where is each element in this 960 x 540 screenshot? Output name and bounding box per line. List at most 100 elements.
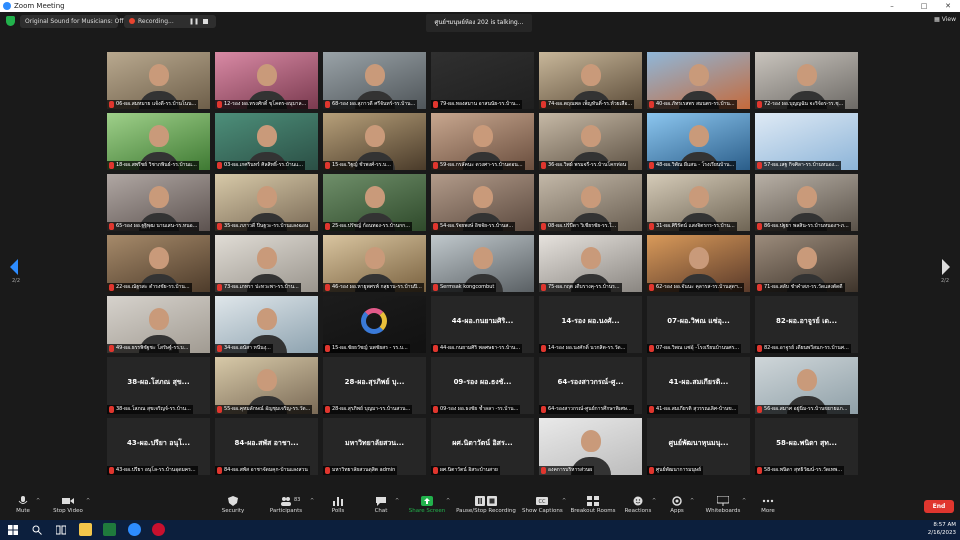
video-options-caret-icon[interactable]: ^ bbox=[86, 498, 90, 504]
reactions-button[interactable]: Reactions bbox=[624, 492, 652, 520]
participant-tile[interactable]: 79-ผอ.ทองสมาน อาสนนัย-รร.บ้าน... bbox=[431, 52, 534, 109]
stop-video-button[interactable]: Stop Video bbox=[50, 492, 86, 520]
chat-button[interactable]: Chat bbox=[368, 492, 394, 520]
participants-options-caret-icon[interactable]: ^ bbox=[310, 498, 314, 504]
participant-tile[interactable]: 74-ผอ.ตฤณพล เพ็ญทันติ์-รร.ห้วยเสือ... bbox=[539, 52, 642, 109]
windows-start-icon[interactable] bbox=[8, 525, 18, 535]
participant-tile[interactable]: 72-รอง ผอ.บุญญฉัน จะริจ้อร-รร.ชุ... bbox=[755, 52, 858, 109]
participant-tile[interactable]: 46-รอง ผอ.หายูพศรพ์ กสุยาน-รร.บ้านปิ... bbox=[323, 235, 426, 292]
participant-tile[interactable]: Sermsak kongcombut bbox=[431, 235, 534, 292]
participant-tile[interactable]: มหาวิทยาลัยสวน... มหาวิทยาลัยสวนดุสิต adm… bbox=[323, 418, 426, 475]
participant-tile[interactable]: 12-รอง ผอ.ทรงศักดิ์ ขุโคตร-อนุบาล... bbox=[215, 52, 318, 109]
participant-count: 83 bbox=[294, 497, 301, 503]
recording-indicator[interactable]: Recording... ❚❚ bbox=[124, 15, 216, 28]
participant-tile[interactable]: 56-ผอ.สมาศ อยู่นิ่ม-รร.บ้านขยายแก... bbox=[755, 357, 858, 414]
participant-tile[interactable]: 15-ผอ.วิฐญ์ ชั่วพงศ์-รร.บ... bbox=[323, 113, 426, 170]
participant-tile[interactable]: 28-ผอ.สุรภิพย์ บุ... 28-ผอ.สุรภิพย์ บุญมา… bbox=[323, 357, 426, 414]
participant-tile[interactable]: 09-รอง ผอ.ธงชั... 09-รอง ผอ.ธงชัย ช้ำลลา … bbox=[431, 357, 534, 414]
recording-app-icon[interactable] bbox=[152, 523, 165, 536]
participant-tile[interactable]: 03-ผอ.เกศรินทร์ ศิลสิทธิ์-รร.บ้านแ... bbox=[215, 113, 318, 170]
participant-tile[interactable]: 68-รอง ผอ.สุภาวดี ศรีจันทร์-รร.บ้าน... bbox=[323, 52, 426, 109]
participant-face bbox=[364, 247, 385, 269]
participant-tile[interactable]: 48-ผอ.วิพัณ ผีแสน - โรงเรียนบ้าน... bbox=[647, 113, 750, 170]
participant-tile[interactable]: 86-ผอ.ปฐยา พลสิน-รร.บ้านหนองฯ-ภ... bbox=[755, 174, 858, 231]
participant-tile[interactable]: 57-ผอ.เสฐ กิจศิลา-รร.บ้านหนอง... bbox=[755, 113, 858, 170]
show-captions-button[interactable]: CC Show Captions bbox=[522, 492, 563, 520]
participant-tile[interactable]: 35-ผอ.ภภาวดี ปิ่นฐวะ-รร.บ้านแลงฉอน bbox=[215, 174, 318, 231]
chat-options-caret-icon[interactable]: ^ bbox=[395, 498, 399, 504]
whiteboards-button[interactable]: Whiteboards bbox=[704, 492, 742, 520]
participant-tile[interactable]: 54-ผอ.รัจยพงษ์ อิชจัย-รร.บ้านส... bbox=[431, 174, 534, 231]
participant-tile[interactable]: 08-ผอ.ปร์ปีดา วิเชียรชัย-รร.ใ... bbox=[539, 174, 642, 231]
pause-stop-recording-button[interactable]: Pause/Stop Recording bbox=[456, 492, 516, 520]
more-button[interactable]: More bbox=[756, 492, 780, 520]
search-icon[interactable] bbox=[32, 525, 42, 535]
excel-icon[interactable] bbox=[103, 523, 116, 536]
participant-tile[interactable]: องคการบริหารส่วนผ bbox=[539, 418, 642, 475]
participant-tile[interactable]: 43-ผอ.ปรียา อนุโ... 43-ผอ.ปรียา อนุโล-รร.… bbox=[107, 418, 210, 475]
whiteboards-options-caret-icon[interactable]: ^ bbox=[742, 498, 746, 504]
maximize-icon[interactable]: □ bbox=[912, 0, 936, 12]
muted-microphone-icon bbox=[109, 101, 114, 108]
participant-tile[interactable]: 41-ผอ.สมเกียรติ... 41-ผอ.สมเกียรติ สุวรรณ… bbox=[647, 357, 750, 414]
file-explorer-icon[interactable] bbox=[79, 523, 92, 536]
security-shield-icon[interactable] bbox=[6, 16, 15, 26]
reactions-options-caret-icon[interactable]: ^ bbox=[652, 498, 656, 504]
participant-tile[interactable]: 38-ผอ.โสภณ สุข... 38-ผอ.โสภณ สุขเจริญจ์-ร… bbox=[107, 357, 210, 414]
mute-button[interactable]: Mute bbox=[10, 492, 36, 520]
participant-tile[interactable]: 36-ผอ.วิพผ์ พรมจรี-รร.บ้านโคกท่อน bbox=[539, 113, 642, 170]
participant-tile[interactable]: ผศ.นิตาวัตน์ อิสร... ผศ.นิตาวัตน์ อิสระบ้… bbox=[431, 418, 534, 475]
minimize-icon[interactable]: – bbox=[880, 0, 904, 12]
participant-tile[interactable]: 44-ผอ.กนยามศิริ... 44-ผอ.กนยามศิริ พลศษยา… bbox=[431, 296, 534, 353]
svg-text:CC: CC bbox=[539, 499, 546, 505]
participant-tile[interactable]: 55-ผอ.คุหมลักษณ์ อัญชุมเจริญ-รร.วัด... bbox=[215, 357, 318, 414]
participant-tile[interactable]: 14-รอง ผอ.นงศั... 14-รอง ผอ.นงศักดิ์ นวกส… bbox=[539, 296, 642, 353]
original-sound-toggle[interactable]: Original Sound for Musicians: Off bbox=[20, 15, 123, 28]
muted-microphone-icon bbox=[433, 162, 438, 169]
participant-tile[interactable]: 34-ผอ.อนัสา หนีนงุ... bbox=[215, 296, 318, 353]
share-options-caret-icon[interactable]: ^ bbox=[446, 498, 450, 504]
participant-tile[interactable]: 07-ผอ.วิพณ แซ่อุ... 07-ผอ.วิพณ แซ่อุ้ -โร… bbox=[647, 296, 750, 353]
participant-tile[interactable]: 84-ผอ.สพัส อาชา... 84-ผอ.สพัส อาชาจัดมคุก… bbox=[215, 418, 318, 475]
participant-tile[interactable]: 71-ผอ.สลับ ชำคำสภ-รร.วัดแสงตัดดี bbox=[755, 235, 858, 292]
participant-tile[interactable]: 75-ผอ.กฤต เดีบรางคุ-รร.บ้านร... bbox=[539, 235, 642, 292]
participant-tile[interactable]: ศูนย์พัฒนาหุนมนุ... ศูนย์พัฒนาการมนุษย์ bbox=[647, 418, 750, 475]
participant-face bbox=[148, 308, 169, 330]
breakout-rooms-button[interactable]: Breakout Rooms bbox=[570, 492, 616, 520]
participant-tile[interactable]: 59-ผอ.กรลัคนะ ดวงศา-รร.บ้านดอน... bbox=[431, 113, 534, 170]
apps-options-caret-icon[interactable]: ^ bbox=[690, 498, 694, 504]
next-page-icon[interactable] bbox=[940, 258, 952, 276]
zoom-app-icon[interactable] bbox=[128, 523, 141, 536]
participant-tile[interactable]: 06-ผอ.สมหมาย แจ้งดี-รร.บ้านโนน... bbox=[107, 52, 210, 109]
apps-button[interactable]: Apps bbox=[666, 492, 688, 520]
participant-tile[interactable]: 58-ผอ.พนิดา สุท... 58-ผอ.พนิดา สุทธิวัฒน์… bbox=[755, 418, 858, 475]
muted-microphone-icon bbox=[541, 284, 546, 291]
security-button[interactable]: Security bbox=[218, 492, 248, 520]
share-screen-button[interactable]: Share Screen bbox=[408, 492, 446, 520]
participant-tile[interactable]: 15-ผอ.ชัยธวัชญ์ นพชัยสร - รร.บ... bbox=[323, 296, 426, 353]
participant-tile[interactable]: 25-ผอ.ปรัชญ์ ก้อนทอง-รร.บ้านกก... bbox=[323, 174, 426, 231]
participant-face bbox=[148, 247, 169, 269]
end-meeting-button[interactable]: End bbox=[924, 500, 954, 513]
participant-tile[interactable]: 73-ผอ.เภทรา ปะทวะพา-รร.บ้าน... bbox=[215, 235, 318, 292]
participant-tile[interactable]: 18-ผอ.สพรีชย์ วิชาภพินธ์-รร.บ้านแ... bbox=[107, 113, 210, 170]
participant-tile[interactable]: 64-รองสาวกรณ์-ศู... 64-รองสาวกรณ์-ศูนย์กา… bbox=[539, 357, 642, 414]
participant-tile[interactable]: 40-ผอ.ภัทรเรสพร สมนตร-รร.บ้าน... bbox=[647, 52, 750, 109]
task-view-icon[interactable] bbox=[56, 525, 66, 535]
captions-options-caret-icon[interactable]: ^ bbox=[562, 498, 566, 504]
previous-page-icon[interactable] bbox=[8, 258, 20, 276]
participant-tile[interactable]: 49-ผอ.ธรรพิชัฐชะ โสรัษฐ์-รร.บ... bbox=[107, 296, 210, 353]
polls-button[interactable]: Polls bbox=[326, 492, 350, 520]
close-icon[interactable]: ✕ bbox=[936, 0, 960, 12]
participant-tile[interactable]: 31-ผอ.ศิริรัตน์ แสงจิตรกร-รร.บ้าน... bbox=[647, 174, 750, 231]
view-button[interactable]: ▦ View bbox=[934, 16, 956, 23]
stop-recording-icon[interactable] bbox=[203, 19, 208, 24]
participant-tile[interactable]: 22-ผอ.ณัฐรสะ ดำรงชัย-รร.บ้าน... bbox=[107, 235, 210, 292]
participant-face bbox=[580, 247, 601, 269]
participant-display-name: 82-ผอ.อาจูรย์ เด... bbox=[775, 317, 838, 325]
pause-recording-icon[interactable]: ❚❚ bbox=[189, 15, 199, 28]
audio-options-caret-icon[interactable]: ^ bbox=[36, 498, 40, 504]
participant-tile[interactable]: 62-รอง ผอ.จันนะ คุลารส-รร.บ้านสุดฯ... bbox=[647, 235, 750, 292]
participant-tile[interactable]: 65-รอง ผอ.ฐฐิพุฒ นานเสน-รร.หนอ... bbox=[107, 174, 210, 231]
participant-tile[interactable]: 82-ผอ.อาจูรย์ เด... 82-ผอ.อาจูรย์ เดียนพว… bbox=[755, 296, 858, 353]
